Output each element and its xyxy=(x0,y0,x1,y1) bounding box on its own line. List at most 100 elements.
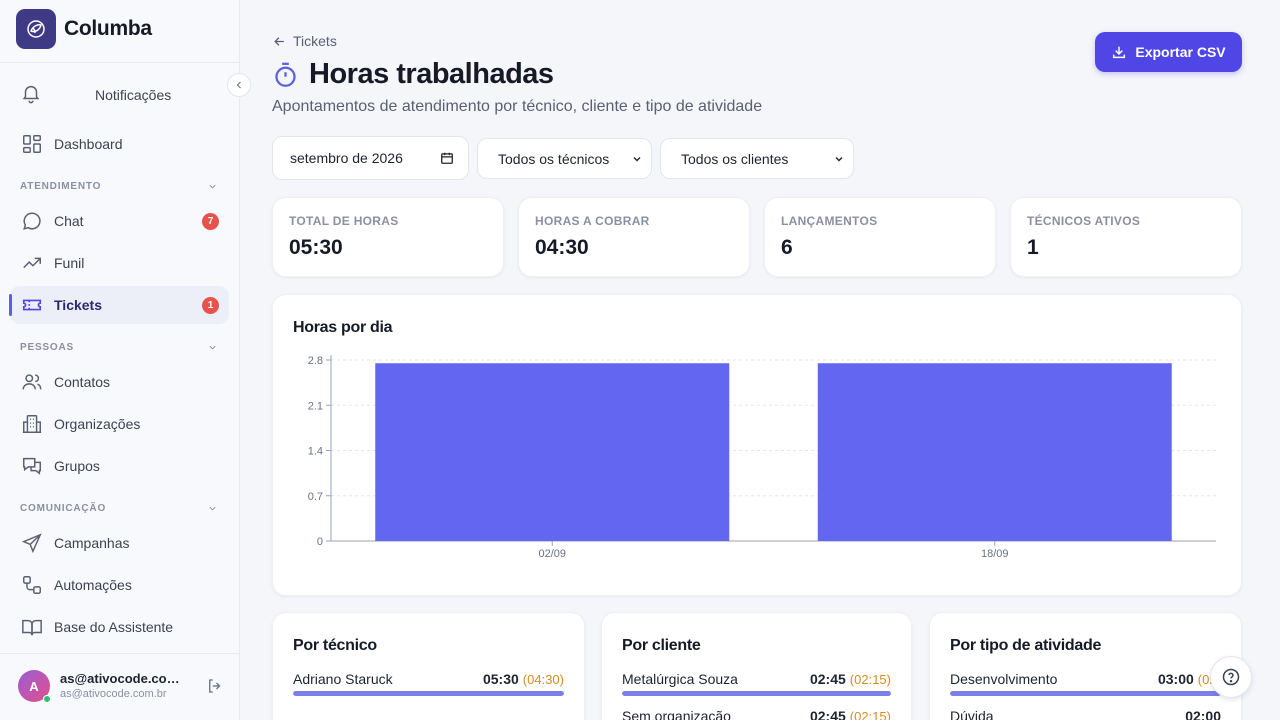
y-tick-label: 0 xyxy=(317,536,323,548)
brand-name: Columba xyxy=(64,17,152,40)
sidebar-item-organizacoes[interactable]: Organizações xyxy=(10,405,229,443)
sidebar-item-label: Notificações xyxy=(95,87,172,103)
user-email: as@ativocode.com.br xyxy=(60,688,167,700)
row-billable: (02:15) xyxy=(849,709,891,720)
users-icon xyxy=(20,370,44,394)
section-title: PESSOAS xyxy=(20,342,74,353)
download-icon xyxy=(1113,46,1126,59)
sidebar-item-label: Organizações xyxy=(54,416,141,432)
stat-card-active-technicians: TÉCNICOS ATIVOS 1 xyxy=(1010,197,1242,277)
chevron-left-icon xyxy=(236,81,241,89)
stat-card-billable-hours: HORAS A COBRAR 04:30 xyxy=(518,197,750,277)
share-bar-fill xyxy=(622,691,891,696)
back-link-label: Tickets xyxy=(293,33,337,49)
technician-select[interactable]: Todos os técnicos xyxy=(477,138,652,179)
sidebar-item-label: Base do Assistente xyxy=(54,619,174,635)
send-icon xyxy=(20,531,44,555)
sidebar: Columba Notificações Dashboard ATENDIMEN… xyxy=(0,0,251,720)
month-picker[interactable]: setembro de 2026 xyxy=(272,136,469,180)
logout-icon xyxy=(209,679,221,693)
stat-value: 04:30 xyxy=(535,236,589,259)
chevron-down-icon xyxy=(209,506,216,511)
by-client-card: Por cliente Metalúrgica Souza 02:45 (02:1… xyxy=(601,612,912,720)
stat-label: LANÇAMENTOS xyxy=(781,214,878,228)
client-name: Metalúrgica Souza xyxy=(622,671,738,687)
stat-card-entries: LANÇAMENTOS 6 xyxy=(764,197,996,277)
list-item[interactable]: Adriano Staruck 05:30 (04:30) xyxy=(293,671,564,687)
sidebar-item-label: Campanhas xyxy=(54,535,130,551)
card-title: Por técnico xyxy=(293,637,377,654)
stat-card-total-hours: TOTAL DE HORAS 05:30 xyxy=(272,197,504,277)
hours-per-day-chart: 0 0.7 1.4 2.1 2.8 02/09 18/09 xyxy=(308,355,1216,560)
row-total: 02:45 xyxy=(809,708,846,720)
bar-18-09 xyxy=(817,363,1172,541)
section-header-pessoas[interactable]: PESSOAS xyxy=(20,342,220,353)
sidebar-item-funil[interactable]: Funil xyxy=(10,244,229,282)
y-tick-label: 2.1 xyxy=(308,400,323,412)
share-bar xyxy=(293,691,564,696)
sidebar-item-label: Contatos xyxy=(54,374,111,390)
y-tick-label: 1.4 xyxy=(308,446,323,458)
logout-button[interactable] xyxy=(205,676,225,696)
stat-value: 6 xyxy=(781,236,793,259)
brand-logo-icon xyxy=(16,9,56,49)
book-open-icon xyxy=(20,615,44,639)
unread-badge: 7 xyxy=(202,213,219,230)
user-name: as@ativocode.com.br xyxy=(60,671,190,686)
sidebar-item-label: Funil xyxy=(54,255,85,271)
sidebar-item-label: Tickets xyxy=(54,297,102,313)
sidebar-item-grupos[interactable]: Grupos xyxy=(10,447,229,485)
section-title: COMUNICAÇÃO xyxy=(20,503,107,514)
row-billable: (02:15) xyxy=(849,672,891,687)
divider xyxy=(0,653,240,654)
chevron-down-icon xyxy=(633,156,641,161)
export-csv-button[interactable]: Exportar CSV xyxy=(1095,32,1242,72)
dashboard-icon xyxy=(20,132,44,156)
card-title: Por cliente xyxy=(622,637,701,654)
share-bar-fill xyxy=(950,691,1221,696)
sidebar-item-chat[interactable]: Chat 7 xyxy=(10,202,229,240)
section-header-atendimento[interactable]: ATENDIMENTO xyxy=(20,181,220,192)
share-bar xyxy=(622,691,891,696)
chat-bubble-icon xyxy=(20,209,44,233)
page-subtitle: Apontamentos de atendimento por técnico,… xyxy=(272,98,763,115)
sidebar-item-label: Automações xyxy=(54,577,132,593)
sidebar-item-base-do-assistente[interactable]: Base do Assistente xyxy=(10,608,229,646)
list-item[interactable]: Sem organização 02:45 (02:15) xyxy=(622,708,891,720)
bar-02-09 xyxy=(375,363,730,541)
help-circle-icon xyxy=(1222,668,1240,686)
row-total: 02:45 xyxy=(809,671,846,687)
row-total: 03:00 xyxy=(1157,671,1194,687)
collapse-sidebar-button[interactable] xyxy=(227,73,251,97)
sidebar-item-dashboard[interactable]: Dashboard xyxy=(10,125,229,163)
chevron-down-icon xyxy=(209,184,216,189)
list-item[interactable]: Desenvolvimento 03:00(02:00) xyxy=(950,671,1221,687)
back-link[interactable]: Tickets xyxy=(272,33,337,49)
technician-name: Adriano Staruck xyxy=(293,671,393,687)
row-total: 02:00 xyxy=(1185,708,1221,720)
list-item[interactable]: Dúvida 02:00 xyxy=(950,708,1221,720)
activity-name: Dúvida xyxy=(950,708,994,720)
y-tick-label: 0.7 xyxy=(308,491,323,503)
sidebar-item-notificacoes[interactable]: Notificações xyxy=(10,76,220,114)
trending-up-icon xyxy=(20,251,44,275)
sidebar-item-tickets[interactable]: Tickets 1 xyxy=(9,286,229,324)
online-status-indicator xyxy=(43,695,51,703)
help-button[interactable] xyxy=(1210,656,1252,698)
list-item[interactable]: Metalúrgica Souza 02:45 (02:15) xyxy=(622,671,891,687)
stat-label: TÉCNICOS ATIVOS xyxy=(1027,214,1141,228)
calendar-icon xyxy=(441,152,453,164)
client-select-value: Todos os clientes xyxy=(681,150,789,167)
client-select[interactable]: Todos os clientes xyxy=(660,138,854,179)
arrow-left-icon xyxy=(274,36,284,46)
chevron-down-icon xyxy=(835,156,843,161)
page-title: Horas trabalhadas xyxy=(309,58,554,90)
sidebar-item-automacoes[interactable]: Automações xyxy=(10,566,229,604)
month-value: setembro de 2026 xyxy=(290,150,403,166)
sidebar-item-contatos[interactable]: Contatos xyxy=(10,363,229,401)
section-header-comunicacao[interactable]: COMUNICAÇÃO xyxy=(20,503,220,514)
stat-value: 1 xyxy=(1027,236,1039,259)
sidebar-item-campanhas[interactable]: Campanhas xyxy=(10,524,229,562)
row-billable: (04:30) xyxy=(522,672,564,687)
brand[interactable]: Columba xyxy=(16,9,152,49)
